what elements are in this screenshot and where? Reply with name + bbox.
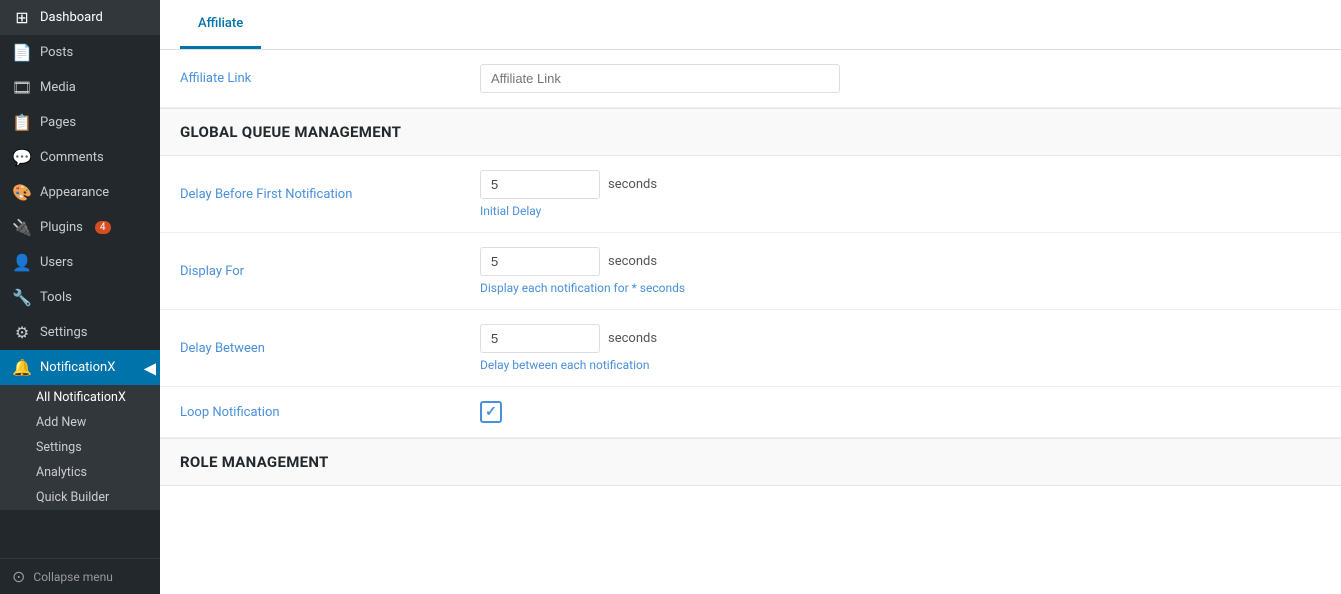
sidebar-item-settings[interactable]: ⚙ Settings [0,315,160,350]
sidebar-item-label: Comments [40,150,104,165]
loop-notification-checkbox[interactable]: ✓ [480,401,502,423]
delay-first-input[interactable] [480,170,600,199]
delay-first-hint: Initial Delay [480,204,657,218]
role-management-title: ROLE MANAGEMENT [180,453,1321,471]
submenu-all-notificationx[interactable]: All NotificationX [0,385,160,410]
submenu-analytics[interactable]: Analytics [0,460,160,485]
delay-first-label: Delay Before First Notification [180,187,460,202]
sidebar-item-label: Appearance [40,185,109,200]
sidebar-item-label: NotificationX [40,360,115,375]
comments-icon: 💬 [12,148,32,167]
users-icon: 👤 [12,253,32,272]
display-for-label: Display For [180,264,460,279]
display-for-input-group: seconds Display each notification for * … [480,247,685,295]
sidebar-item-dashboard[interactable]: ⊞ Dashboard [0,0,160,35]
delay-between-input[interactable] [480,324,600,353]
display-for-input-suffix: seconds [480,247,685,276]
loop-notification-row: Loop Notification ✓ [160,387,1341,438]
sidebar-item-posts[interactable]: 📄 Posts [0,35,160,70]
tab-bar: Affiliate [160,0,1341,50]
sidebar-item-plugins[interactable]: 🔌 Plugins 4 [0,210,160,245]
dashboard-icon: ⊞ [12,8,32,27]
display-for-hint: Display each notification for * seconds [480,281,685,295]
sidebar-item-label: Posts [40,45,73,60]
submenu-add-new[interactable]: Add New [0,410,160,435]
tab-affiliate[interactable]: Affiliate [180,0,261,49]
sidebar-item-label: Media [40,80,76,95]
delay-between-row: Delay Between seconds Delay between each… [160,310,1341,387]
plugins-icon: 🔌 [12,218,32,237]
plugins-badge: 4 [95,221,111,234]
sidebar-item-label: Users [40,255,73,270]
display-for-input[interactable] [480,247,600,276]
sidebar-item-label: Settings [40,325,87,340]
delay-between-label: Delay Between [180,341,460,356]
notificationx-submenu: All NotificationX Add New Settings Analy… [0,385,160,510]
sidebar-item-label: Pages [40,115,76,130]
sidebar-item-label: Tools [40,290,72,305]
settings-icon: ⚙ [12,323,32,342]
submenu-settings[interactable]: Settings [0,435,160,460]
pages-icon: 📋 [12,113,32,132]
content-area: Affiliate Link GLOBAL QUEUE MANAGEMENT D… [160,50,1341,486]
notificationx-arrow: ◀ [144,358,160,377]
loop-notification-checkbox-wrapper: ✓ [480,401,502,423]
display-for-suffix: seconds [608,254,657,269]
delay-first-input-group: seconds Initial Delay [480,170,657,218]
delay-first-suffix: seconds [608,177,657,192]
sidebar-item-comments[interactable]: 💬 Comments [0,140,160,175]
delay-first-input-suffix: seconds [480,170,657,199]
appearance-icon: 🎨 [12,183,32,202]
delay-between-suffix: seconds [608,331,657,346]
sidebar-item-label: Dashboard [40,10,103,25]
delay-between-hint: Delay between each notification [480,358,657,372]
main-content: Affiliate Affiliate Link GLOBAL QUEUE MA… [160,0,1341,594]
delay-between-input-suffix: seconds [480,324,657,353]
delay-first-row: Delay Before First Notification seconds … [160,156,1341,233]
submenu-quick-builder[interactable]: Quick Builder [0,485,160,510]
media-icon: 🎞 [12,78,32,97]
sidebar-item-appearance[interactable]: 🎨 Appearance [0,175,160,210]
sidebar-item-users[interactable]: 👤 Users [0,245,160,280]
affiliate-link-label: Affiliate Link [180,71,460,86]
tools-icon: 🔧 [12,288,32,307]
global-queue-section-header: GLOBAL QUEUE MANAGEMENT [160,108,1341,156]
posts-icon: 📄 [12,43,32,62]
role-management-section-header: ROLE MANAGEMENT [160,438,1341,486]
checkmark-icon: ✓ [485,404,497,420]
notificationx-icon: 🔔 [12,358,32,377]
sidebar-item-label: Plugins [40,220,83,235]
collapse-menu-button[interactable]: ⊙ Collapse menu [0,558,160,594]
sidebar-item-media[interactable]: 🎞 Media [0,70,160,105]
collapse-label: Collapse menu [33,570,112,584]
display-for-row: Display For seconds Display each notific… [160,233,1341,310]
delay-between-input-group: seconds Delay between each notification [480,324,657,372]
sidebar-item-notificationx[interactable]: 🔔 NotificationX ◀ [0,350,160,385]
collapse-icon: ⊙ [12,567,25,586]
affiliate-link-input[interactable] [480,64,840,93]
global-queue-title: GLOBAL QUEUE MANAGEMENT [180,123,1321,141]
affiliate-link-row: Affiliate Link [160,50,1341,108]
sidebar-item-tools[interactable]: 🔧 Tools [0,280,160,315]
loop-notification-label: Loop Notification [180,405,460,420]
sidebar-item-pages[interactable]: 📋 Pages [0,105,160,140]
